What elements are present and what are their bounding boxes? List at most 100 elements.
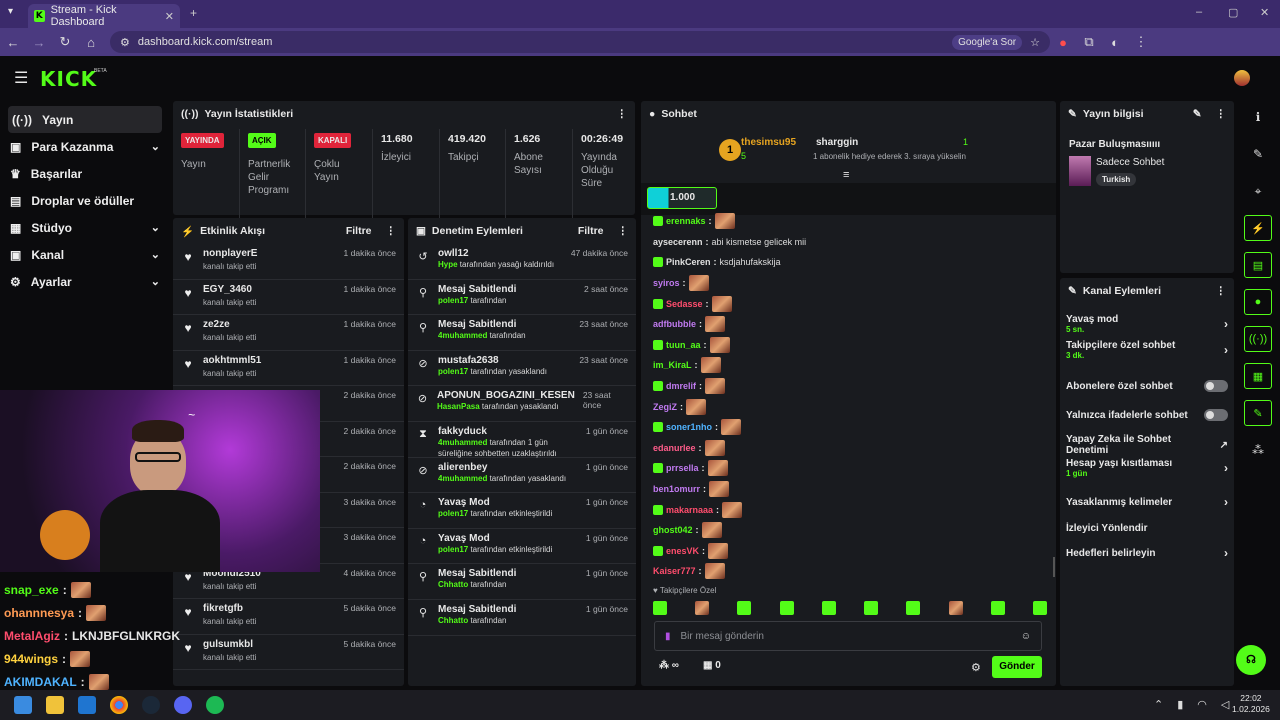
chat-message[interactable]: PinkCeren: ksdjahufakskija [653, 252, 1043, 273]
clock[interactable]: 22:02 1.02.2026 [1232, 693, 1270, 715]
site-info-icon[interactable]: ⚙ [120, 36, 130, 49]
chat-message[interactable]: edanurlee: [653, 438, 1043, 459]
google-ask-button[interactable]: Google'a Sor [952, 34, 1023, 50]
activity-row[interactable]: ♥ gulsumkbl kanalı takip etti 5 dakika önce [173, 635, 404, 670]
edit-icon[interactable]: ✎ [1193, 108, 1202, 120]
more-options-icon[interactable]: ⋮ [618, 225, 629, 237]
moderator-name[interactable]: Chhatto [438, 616, 468, 625]
more-options-icon[interactable]: ⋮ [617, 108, 628, 120]
minimize-icon[interactable]: – [1196, 6, 1202, 18]
send-button[interactable]: Gönder [992, 656, 1042, 678]
more-options-icon[interactable]: ⋮ [386, 225, 397, 237]
lightning-icon[interactable]: ⚡ [1244, 215, 1272, 241]
chat-username[interactable]: makarnaaa [666, 505, 713, 515]
moderation-target[interactable]: Mesaj Sabitlendi [438, 319, 571, 330]
activity-user[interactable]: nonplayerE [203, 248, 336, 259]
file-explorer-icon[interactable] [46, 696, 64, 714]
mic-icon[interactable]: ▮ [665, 631, 671, 642]
chat-username[interactable]: erennaks [666, 216, 706, 226]
tray-arrow-icon[interactable]: ⌃ [1154, 698, 1163, 711]
chevron-right-icon[interactable]: › [1224, 546, 1228, 560]
points-display[interactable]: ⁂ ∞ [659, 660, 679, 671]
channel-action-row[interactable]: Yapay Zeka ile Sohbet Denetimi ↗ [1060, 434, 1234, 456]
emote-icon[interactable] [821, 601, 836, 615]
kick-logo[interactable]: KICK [40, 67, 97, 91]
channel-action-row[interactable]: Yavaş mod 5 sn. › [1060, 314, 1234, 334]
moderation-target[interactable]: APONUN_BOGAZINI_KESEN [437, 390, 575, 401]
sidebar-item-ayarlar[interactable]: ⚙ Ayarlar ⌄ [0, 268, 170, 295]
back-icon[interactable]: ← [0, 35, 26, 50]
browser-tab[interactable]: K Stream - Kick Dashboard ✕ [28, 4, 180, 28]
chat-message[interactable]: Sedasse: [653, 293, 1043, 314]
wifi-icon[interactable]: ◠ [1197, 698, 1207, 711]
chat-username[interactable]: im_KiraL [653, 360, 692, 370]
discord-icon[interactable] [174, 696, 192, 714]
gifter2-name[interactable]: sharggin [816, 137, 858, 148]
chevron-right-icon[interactable]: › [1224, 343, 1228, 357]
steam-icon[interactable] [142, 696, 160, 714]
moderator-name[interactable]: polen17 [438, 509, 468, 518]
activity-user[interactable]: aokhtmml51 [203, 355, 336, 366]
moderation-row[interactable]: ⊘ mustafa2638 polen17 tarafından yasakland… [408, 351, 636, 387]
chat-username[interactable]: adfbubble [653, 319, 696, 329]
sidebar-item-yayin[interactable]: ((·)) Yayın [8, 106, 162, 133]
channel-action-row[interactable]: Yasaklanmış kelimeler › [1060, 492, 1234, 512]
moderator-name[interactable]: Hype [438, 260, 458, 269]
moderation-target[interactable]: alierenbey [438, 462, 578, 473]
category-name[interactable]: Sadece Sohbet [1096, 157, 1164, 168]
activity-row[interactable]: ♥ nonplayerE kanalı takip etti 1 dakika önc… [173, 244, 404, 280]
extensions-puzzle-icon[interactable]: ⧉ [1076, 34, 1102, 50]
chat-message[interactable]: makarnaaa: [653, 499, 1043, 520]
activity-row[interactable]: ♥ fikretgfb kanalı takip etti 5 dakika önce [173, 599, 404, 635]
group-icon[interactable]: ⁂ [1244, 437, 1272, 463]
emote-icon[interactable] [990, 601, 1005, 615]
moderation-target[interactable]: Mesaj Sabitlendi [438, 568, 578, 579]
chat-message[interactable]: ben1omurr: [653, 479, 1043, 500]
mic-icon[interactable]: ▮ [1177, 698, 1183, 711]
sidebar-item-studyo[interactable]: ▦ Stüdyo ⌄ [0, 214, 170, 241]
filter-button[interactable]: Filtre [346, 225, 372, 237]
layout-icon[interactable]: ▦ [1244, 363, 1272, 389]
activity-user[interactable]: EGY_3460 [203, 284, 336, 295]
moderator-name[interactable]: Chhatto [438, 580, 468, 589]
chrome-icon[interactable] [110, 696, 128, 714]
moderation-target[interactable]: Mesaj Sabitlendi [438, 284, 576, 295]
emote-icon[interactable] [864, 601, 879, 615]
close-tab-icon[interactable]: ✕ [165, 10, 174, 23]
toggle-switch[interactable] [1204, 380, 1228, 392]
sidebar-item-para-kazanma[interactable]: ▣ Para Kazanma ⌄ [0, 133, 170, 160]
chat-message[interactable]: tuun_aa: [653, 335, 1043, 356]
activity-row[interactable]: ♥ EGY_3460 kanalı takip etti 1 dakika önce [173, 280, 404, 315]
chat-message[interactable]: erennaks: [653, 211, 1043, 232]
moderation-target[interactable]: owll12 [438, 248, 563, 259]
spotify-icon[interactable] [206, 696, 224, 714]
channel-action-row[interactable]: Hesap yaşı kısıtlaması 1 gün › [1060, 458, 1234, 478]
emote-icon[interactable] [948, 601, 963, 615]
moderation-target[interactable]: fakkyduck [438, 426, 578, 437]
collapse-icon[interactable]: ≡ [843, 169, 849, 181]
chevron-right-icon[interactable]: › [1224, 495, 1228, 509]
emote-icon[interactable] [906, 601, 921, 615]
pinned-counter[interactable]: 1.000 [647, 187, 717, 209]
info-icon[interactable]: ℹ [1244, 104, 1272, 130]
more-options-icon[interactable]: ⋮ [1216, 108, 1227, 120]
chat-input[interactable]: ▮ Bir mesaj gönderin ☺ [654, 621, 1042, 651]
close-window-icon[interactable]: ✕ [1260, 6, 1269, 19]
outlook-icon[interactable] [78, 696, 96, 714]
emote-icon[interactable] [653, 601, 667, 615]
emote-icon[interactable] [737, 601, 752, 615]
chat-message[interactable]: Kaiser777: [653, 561, 1043, 581]
chevron-right-icon[interactable]: › [1224, 317, 1228, 331]
sidebar-item-droplar[interactable]: ▤ Droplar ve ödüller [0, 187, 170, 214]
chat-username[interactable]: soner1nho [666, 422, 712, 432]
chat-message[interactable]: soner1nho: [653, 417, 1043, 438]
focus-icon[interactable]: ⌖ [1244, 178, 1272, 204]
forward-icon[interactable]: → [26, 35, 52, 50]
maximize-icon[interactable]: ▢ [1228, 6, 1238, 19]
chat-username[interactable]: Sedasse [666, 299, 703, 309]
chat-message[interactable]: im_KiraL: [653, 355, 1043, 376]
chat-message[interactable]: ZegiZ: [653, 396, 1043, 417]
emote-icon[interactable] [779, 601, 794, 615]
moderator-name[interactable]: 4muhammed [438, 474, 487, 483]
chat-message[interactable]: enesVK: [653, 541, 1043, 562]
